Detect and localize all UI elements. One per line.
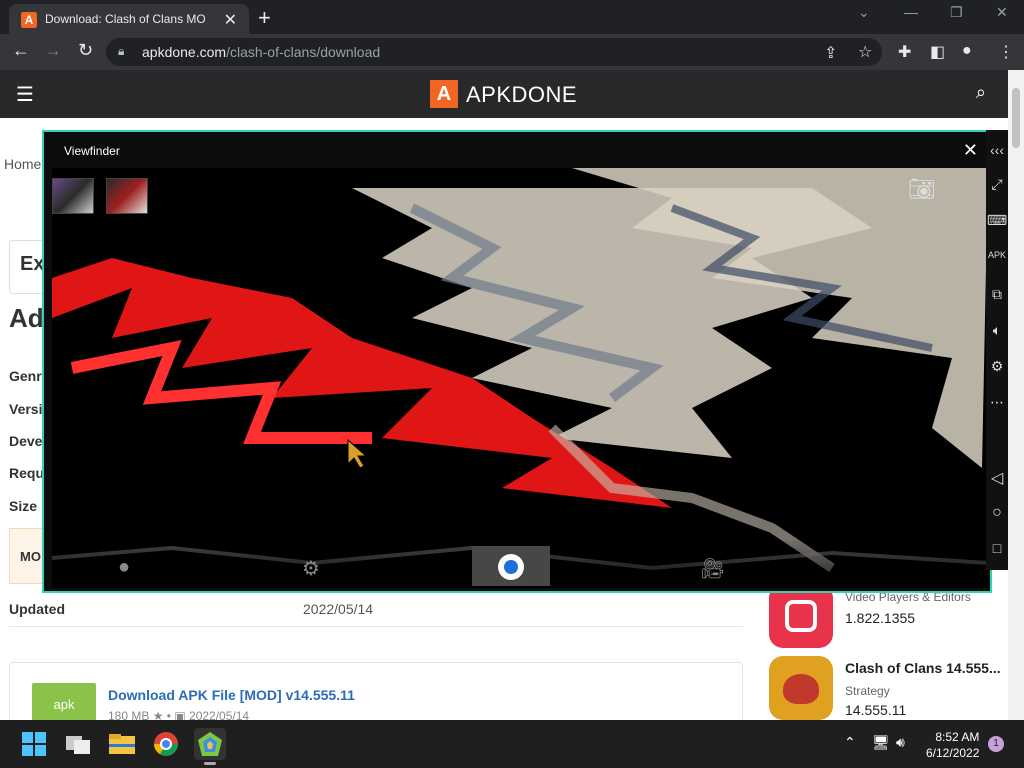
forward-arrow-icon[interactable]: → — [44, 40, 62, 61]
apkdone-logo-icon: A — [430, 80, 458, 108]
clash-of-clans-app-icon — [769, 656, 833, 720]
site-header: ☰ A APKDONE ⌕ — [0, 70, 1008, 118]
browser-tab[interactable]: A Download: Clash of Clans MOD APK ✕ — [9, 4, 249, 34]
media-thumbnail[interactable] — [52, 178, 94, 214]
viewfinder-thumbnails — [52, 178, 148, 214]
keyboard-icon[interactable]: ⌨ — [986, 212, 1008, 229]
video-editor-app-icon — [769, 584, 833, 648]
viewfinder-window: Viewfinder ✕ 📷︎ ● ⚙ 🎥︎ — [42, 130, 992, 593]
extensions-puzzle-icon[interactable]: ✚ — [898, 42, 911, 62]
notification-badge[interactable]: 1 — [988, 736, 1004, 752]
app-version: 14.555.11 — [845, 702, 907, 718]
calendar-icon: ▣ — [174, 709, 190, 720]
speaker-icon[interactable]: 🔊︎ — [896, 734, 905, 751]
info-row-label: Size — [9, 498, 38, 514]
new-tab-button[interactable]: + — [258, 5, 271, 31]
apkdone-favicon-icon: A — [21, 12, 37, 28]
task-view-icon[interactable] — [62, 728, 94, 760]
camera-feed-image — [52, 168, 988, 588]
windows-start-icon[interactable] — [18, 728, 50, 760]
url-text: apkdone.com/clash-of-clans/download — [142, 44, 381, 60]
apk-install-icon[interactable]: APK — [986, 250, 1008, 260]
clock-time: 8:52 AM — [935, 730, 980, 744]
settings-gear-icon[interactable]: ⚙ — [302, 556, 320, 581]
switch-camera-icon[interactable]: 📷︎ — [908, 176, 936, 202]
app-category: Strategy — [845, 684, 890, 698]
browser-toolbar: ← → ↻ 🔒︎ apkdone.com/clash-of-clans/down… — [0, 34, 1024, 70]
network-icon[interactable]: 🖥︎ — [872, 734, 890, 751]
camera-feed — [52, 168, 988, 588]
file-size: 180 MB — [108, 709, 150, 720]
clock[interactable]: 8:52 AM 6/12/2022 — [926, 729, 979, 761]
site-search-icon[interactable]: ⌕ — [976, 82, 986, 103]
chrome-icon[interactable] — [150, 728, 182, 760]
info-row-label: Genr — [9, 368, 42, 384]
browser-menu-icon[interactable]: ⋮ — [998, 42, 1014, 62]
reload-icon[interactable]: ↻ — [78, 40, 93, 61]
tab-title: Download: Clash of Clans MOD APK — [45, 12, 205, 26]
breadcrumb-home[interactable]: Home — [4, 156, 41, 172]
android-home-icon[interactable]: ○ — [986, 504, 1008, 522]
bookmark-star-icon[interactable]: ☆ — [858, 42, 872, 62]
download-meta: 180 MB ★ • ▣ 2022/05/14 — [108, 709, 249, 720]
page-scrollbar[interactable] — [1008, 70, 1024, 720]
share-icon[interactable]: ⇪ — [824, 43, 837, 63]
viewfinder-title: Viewfinder — [64, 144, 120, 158]
shutter-dot — [504, 560, 518, 574]
multi-instance-icon[interactable]: ⧉ — [986, 286, 1008, 303]
logo-text: APKDONE — [466, 82, 578, 107]
back-arrow-icon[interactable]: ← — [12, 40, 30, 61]
apk-file-icon: apk — [32, 683, 96, 720]
android-back-icon[interactable]: ◁ — [986, 468, 1008, 488]
updated-value: 2022/05/14 — [303, 601, 374, 617]
media-thumbnail[interactable] — [106, 178, 148, 214]
clock-date: 6/12/2022 — [926, 746, 980, 760]
divider — [9, 626, 743, 627]
collapse-icon[interactable]: ‹‹‹ — [986, 142, 1008, 158]
profile-avatar-icon[interactable]: ● — [962, 42, 972, 60]
app-title: Clash of Clans 14.555... — [845, 660, 1001, 676]
address-bar[interactable]: 🔒︎ apkdone.com/clash-of-clans/download ⇪… — [106, 38, 882, 66]
info-row-label: Deve — [9, 433, 43, 449]
info-row-label: Requ — [9, 465, 44, 481]
viewfinder-close-icon[interactable]: ✕ — [963, 140, 978, 161]
emulator-toolbar: ‹‹‹ ⤢ ⌨ APK ⧉ 🔈︎ ⚙ ⋯ ◁ ○ □ — [986, 130, 1008, 570]
star-icon: ★ • — [152, 709, 175, 720]
restore-button[interactable]: ❐ — [950, 4, 963, 21]
browser-tab-strip: A Download: Clash of Clans MOD APK ✕ + ⌄… — [0, 0, 1024, 34]
updated-label: Updated — [9, 601, 65, 617]
file-date: 2022/05/14 — [189, 709, 250, 720]
sidebar-app-item[interactable]: Video Players & Editors 1.822.1355 — [760, 584, 1008, 654]
side-panel-icon[interactable]: ◧ — [930, 42, 945, 62]
scrollbar-thumb[interactable] — [1012, 88, 1020, 148]
file-explorer-icon[interactable] — [106, 728, 138, 760]
tab-close-icon[interactable]: ✕ — [224, 10, 237, 30]
volume-up-icon[interactable]: 🔈︎ — [986, 322, 1008, 339]
android-recents-icon[interactable]: □ — [986, 540, 1008, 556]
video-camera-icon[interactable]: 🎥︎ — [700, 556, 725, 581]
page-heading-partial: Ad — [9, 303, 44, 333]
mod-info-partial: MO — [9, 528, 45, 584]
more-options-icon[interactable]: ⋯ — [986, 394, 1008, 411]
show-hidden-icons-chevron-icon[interactable]: ⌃ — [844, 734, 856, 751]
app-version: 1.822.1355 — [845, 610, 916, 626]
minimize-button[interactable]: — — [904, 4, 918, 20]
emulator-settings-icon[interactable]: ⚙ — [986, 358, 1008, 375]
shutter-button[interactable] — [472, 546, 550, 586]
download-apk-link[interactable]: Download APK File [MOD] v14.555.11 — [108, 687, 355, 703]
hamburger-menu-icon[interactable]: ☰ — [16, 82, 34, 107]
tab-search-icon[interactable]: ⌄ — [858, 4, 870, 21]
sidebar-app-item[interactable]: Clash of Clans 14.555... Strategy 14.555… — [760, 656, 1008, 720]
lock-icon: 🔒︎ — [118, 44, 125, 58]
fullscreen-icon[interactable]: ⤢ — [986, 176, 1008, 193]
window-close-button[interactable]: ✕ — [996, 4, 1008, 21]
windows-taskbar: ⌃ 🖥︎ 🔊︎ 8:52 AM 6/12/2022 1 — [0, 720, 1024, 768]
info-row-label: Versi — [9, 401, 43, 417]
download-card[interactable]: apk Download APK File [MOD] v14.555.11 1… — [9, 662, 743, 720]
filters-icon[interactable]: ● — [118, 556, 130, 579]
bluestacks-icon[interactable] — [194, 728, 226, 765]
